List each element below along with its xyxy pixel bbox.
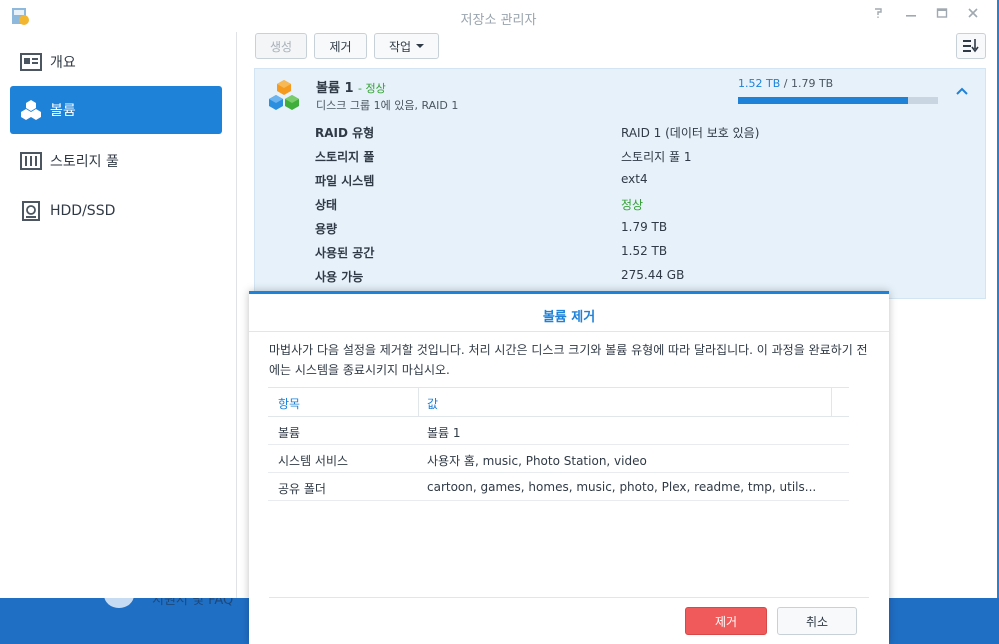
volume-status: - 정상 [358, 82, 386, 95]
total-size: / 1.79 TB [780, 77, 834, 90]
row-item: 볼륨 [278, 426, 301, 440]
usage-bar [738, 97, 938, 104]
row-value: 사용자 홈, music, Photo Station, video [427, 454, 647, 468]
property-key: 용량 [315, 222, 338, 236]
volume-name: 볼륨 1 - 정상 [316, 77, 386, 96]
sidebar-item-hdd-ssd[interactable]: HDD/SSD [10, 187, 222, 235]
property-value: ext4 [621, 172, 648, 186]
sidebar-item-label: 스토리지 풀 [50, 154, 119, 170]
sort-icon [963, 39, 979, 53]
sidebar-item-storage-pool[interactable]: 스토리지 풀 [10, 137, 222, 185]
property-key: 파일 시스템 [315, 174, 375, 188]
property-key: 사용 가능 [315, 270, 364, 284]
help-button[interactable] [870, 7, 886, 23]
sidebar-item-label: 개요 [50, 55, 76, 71]
row-value: 볼륨 1 [427, 426, 461, 440]
property-key: 상태 [315, 198, 338, 212]
close-button[interactable] [965, 7, 981, 23]
property-value: 스토리지 풀 1 [621, 150, 692, 164]
overview-icon [20, 51, 42, 73]
column-divider[interactable] [831, 388, 832, 416]
maximize-button[interactable] [934, 7, 950, 23]
row-item: 시스템 서비스 [278, 454, 349, 468]
table-row[interactable]: 볼륨 볼륨 1 [268, 417, 849, 445]
volume-cubes-icon [20, 99, 42, 121]
property-value: 275.44 GB [621, 268, 685, 282]
sidebar: 개요 볼륨 스토리지 풀 HDD/SSD [0, 32, 237, 598]
question-icon [875, 8, 882, 18]
property-value-status: 정상 [621, 198, 644, 212]
minimize-icon [906, 15, 916, 17]
confirm-remove-button[interactable]: 제거 [685, 607, 767, 635]
divider [249, 331, 889, 332]
sidebar-item-overview[interactable]: 개요 [10, 38, 222, 86]
divider [269, 597, 869, 598]
column-header-value[interactable]: 값 [427, 395, 438, 412]
window-title: 저장소 관리자 [460, 13, 537, 28]
action-dropdown-button[interactable]: 작업 [374, 33, 439, 59]
close-icon [968, 8, 978, 18]
create-button[interactable]: 생성 [255, 33, 307, 59]
settings-table: 항목 값 볼륨 볼륨 1 시스템 서비스 사용자 홈, music, Photo… [268, 387, 849, 501]
table-row[interactable]: 공유 폴더 cartoon, games, homes, music, phot… [268, 473, 849, 501]
table-row[interactable]: 시스템 서비스 사용자 홈, music, Photo Station, vid… [268, 445, 849, 473]
property-value: 1.79 TB [621, 220, 668, 234]
property-key: 스토리지 풀 [315, 150, 375, 164]
used-size: 1.52 TB [738, 77, 781, 90]
usage-bar-fill [738, 97, 908, 104]
storage-pool-icon [20, 150, 42, 172]
action-label: 작업 [388, 39, 412, 54]
row-item: 공유 폴더 [278, 482, 326, 496]
minimize-button[interactable] [903, 7, 919, 23]
column-header-item[interactable]: 항목 [278, 395, 300, 412]
property-value: 1.52 TB [621, 244, 668, 258]
usage-text: 1.52 TB / 1.79 TB [738, 77, 833, 90]
property-key: 사용된 공간 [315, 246, 375, 260]
caret-down-icon [416, 44, 425, 48]
dialog-description: 마법사가 다음 설정을 제거할 것입니다. 처리 시간은 디스크 크기와 볼륨 … [269, 343, 868, 377]
sort-button[interactable] [956, 33, 986, 59]
remove-volume-dialog: 볼륨 제거 마법사가 다음 설정을 제거할 것입니다. 처리 시간은 디스크 크… [249, 291, 889, 644]
volume-panel[interactable]: 볼륨 1 - 정상 디스크 그룹 1에 있음, RAID 1 1.52 TB /… [254, 68, 986, 299]
chevron-up-icon [956, 87, 968, 95]
title-bar: 저장소 관리자 [0, 0, 997, 32]
maximize-icon [936, 8, 948, 18]
sidebar-item-label: 볼륨 [50, 103, 76, 119]
sidebar-item-volume[interactable]: 볼륨 [10, 86, 222, 134]
property-key: RAID 유형 [315, 126, 375, 140]
collapse-button[interactable] [955, 85, 977, 101]
cancel-button[interactable]: 취소 [777, 607, 857, 635]
dialog-title: 볼륨 제거 [542, 310, 596, 325]
column-divider[interactable] [418, 388, 419, 416]
sidebar-item-label: HDD/SSD [50, 203, 116, 219]
table-header: 항목 값 [268, 387, 849, 417]
property-value: RAID 1 (데이터 보호 있음) [621, 126, 760, 140]
row-value: cartoon, games, homes, music, photo, Ple… [427, 480, 817, 494]
volume-name-text: 볼륨 1 [316, 81, 354, 96]
remove-button[interactable]: 제거 [314, 33, 367, 59]
hdd-icon [20, 200, 42, 222]
volume-subtitle: 디스크 그룹 1에 있음, RAID 1 [316, 99, 459, 112]
volume-cubes-icon [269, 80, 299, 110]
